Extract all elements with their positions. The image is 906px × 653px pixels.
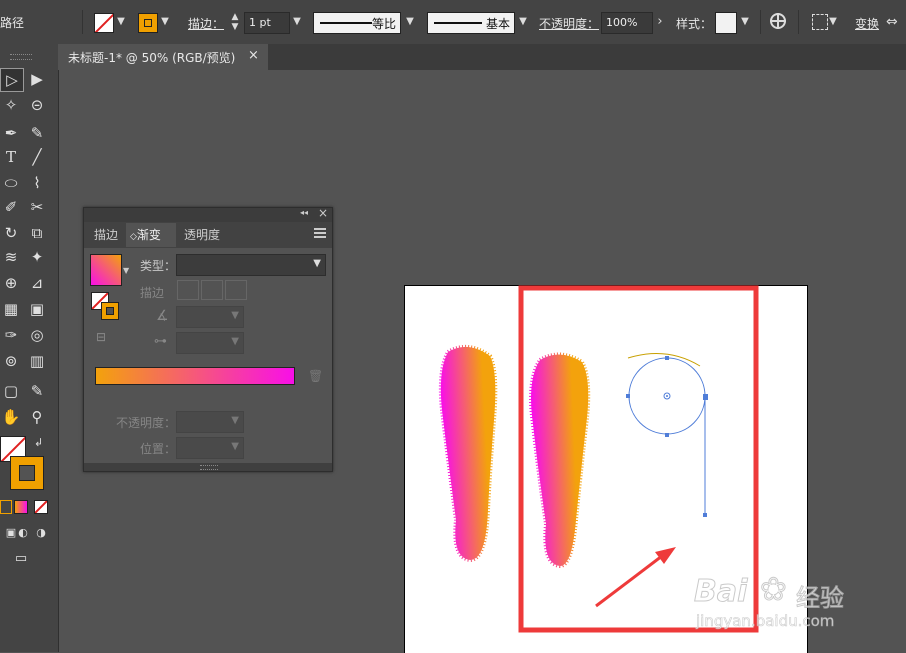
aspect-ratio-field[interactable]: ▼ xyxy=(176,332,244,354)
stop-location-field[interactable]: ▼ xyxy=(176,437,244,459)
fuzzy-gradient-stroke[interactable] xyxy=(438,344,498,563)
stroke-gradient-across-icon[interactable] xyxy=(225,280,247,300)
gradient-panel: ◂◂ × 描边 ◇渐变 透明度 ▼ ⊟ 类型： ▼ 描边 ∡ ▼ ⊶ ▼ 🗑 不… xyxy=(83,206,333,472)
gradient-slider[interactable] xyxy=(95,367,295,385)
reverse-gradient-icon[interactable]: ⊟ xyxy=(96,330,106,344)
stop-opacity-field[interactable]: ▼ xyxy=(176,411,244,433)
type-label: 类型： xyxy=(140,259,177,273)
annotation-arrow xyxy=(595,547,676,608)
watermark-url: jingyan.baidu.com xyxy=(696,612,835,631)
tab-transparency[interactable]: 透明度 xyxy=(184,223,220,247)
opacity-label: 不透明度： xyxy=(116,416,177,430)
tab-gradient-label: 渐变 xyxy=(136,228,161,242)
gradient-swatch-chevron-icon[interactable]: ▼ xyxy=(123,266,129,275)
stroke-gradient-along-icon[interactable] xyxy=(201,280,223,300)
panel-stroke-box[interactable] xyxy=(101,302,119,320)
location-label: 位置： xyxy=(140,442,177,456)
watermark-brand: Bai xyxy=(693,574,748,610)
gradient-preview-swatch[interactable] xyxy=(90,254,122,286)
panel-header[interactable]: ◂◂ × xyxy=(84,206,332,222)
aspect-ratio-icon: ⊶ xyxy=(154,334,167,349)
resize-grip[interactable] xyxy=(84,463,332,471)
fuzzy-gradient-stroke[interactable] xyxy=(529,352,591,569)
angle-field[interactable]: ▼ xyxy=(176,306,244,328)
panel-menu-icon[interactable] xyxy=(314,228,326,238)
stroke-gradient-within-icon[interactable] xyxy=(177,280,199,300)
gradient-type-select[interactable]: ▼ xyxy=(176,254,326,276)
watermark: Bai ❀ 经验 jingyan.baidu.com xyxy=(693,570,894,640)
watermark-suffix: 经验 xyxy=(796,584,845,613)
tab-gradient[interactable]: ◇渐变 xyxy=(126,223,176,247)
close-icon[interactable]: × xyxy=(318,206,328,220)
stroke-gradient-label: 描边 xyxy=(140,286,165,300)
collapse-icon[interactable]: ◂◂ xyxy=(300,208,308,217)
delete-stop-icon[interactable]: 🗑 xyxy=(308,369,323,383)
tab-stroke[interactable]: 描边 xyxy=(94,223,118,247)
paw-logo-icon: ❀ xyxy=(760,570,788,609)
angle-icon: ∡ xyxy=(156,308,169,324)
selected-circle-path[interactable] xyxy=(626,353,708,518)
